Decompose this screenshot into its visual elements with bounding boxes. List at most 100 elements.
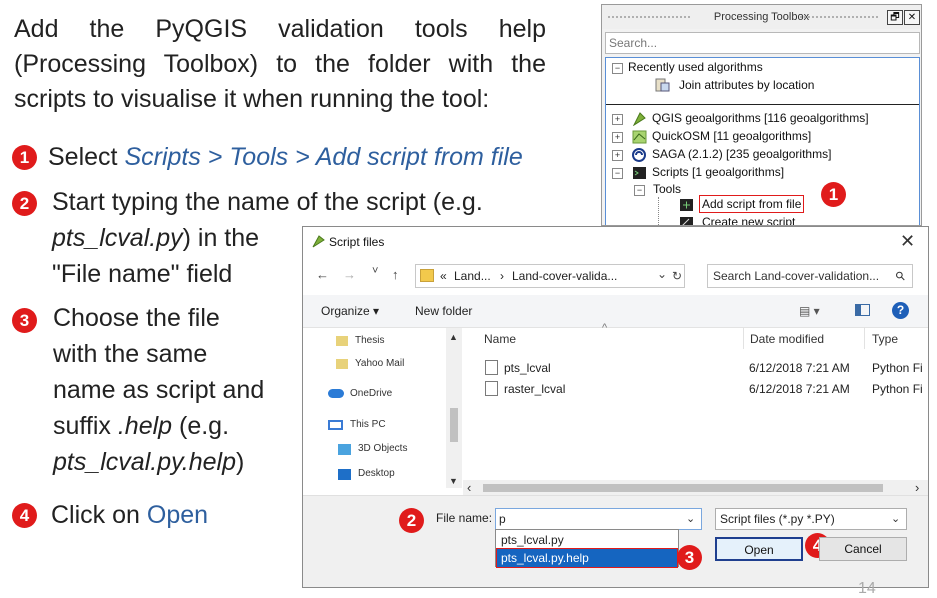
scroll-up-icon[interactable]: ▲ bbox=[449, 332, 458, 342]
tree-item-tools[interactable]: Tools bbox=[653, 180, 681, 198]
tree-item-recent[interactable]: Recently used algorithms bbox=[628, 58, 763, 76]
path-segment-2[interactable]: Land-cover-valida... bbox=[512, 265, 617, 287]
toolbox-search-input[interactable]: Search... bbox=[605, 32, 920, 54]
help-icon[interactable]: ? bbox=[892, 302, 909, 319]
step-2-line-1: Start typing the name of the script (e.g… bbox=[52, 188, 483, 216]
toolbox-float-button[interactable]: 🗗 bbox=[887, 10, 903, 25]
step-1-text: Select Scripts > Tools > Add script from… bbox=[48, 139, 523, 175]
nav-scrollbar[interactable]: ▲ ▼ bbox=[446, 328, 462, 488]
step-3-close-paren: ) bbox=[235, 448, 245, 476]
folder-search-placeholder: Search Land-cover-validation... bbox=[713, 269, 880, 283]
tree-item-create-new-script[interactable]: Create new script bbox=[702, 213, 795, 225]
intro-line-1: Add the PyQGIS validation tools help bbox=[14, 15, 546, 43]
nav-item-this-pc[interactable]: This PC bbox=[350, 419, 386, 430]
new-folder-button[interactable]: New folder bbox=[415, 295, 472, 327]
tree-item-quickosm[interactable]: QuickOSM [11 geoalgorithms] bbox=[652, 127, 811, 145]
path-dropdown-icon[interactable]: ⌄ bbox=[657, 263, 667, 285]
recent-locations-button[interactable]: ˅ bbox=[372, 265, 378, 277]
column-header-type[interactable]: Type bbox=[872, 332, 898, 346]
intro-paragraph: Add the PyQGIS validation tools help (Pr… bbox=[14, 12, 546, 117]
nav-item-onedrive[interactable]: OneDrive bbox=[350, 388, 392, 399]
folder-icon bbox=[420, 269, 434, 282]
step-3-suffix-word: suffix bbox=[53, 412, 118, 440]
toolbox-grip-right bbox=[800, 16, 880, 18]
step-1-badge: 1 bbox=[12, 145, 37, 170]
cancel-button[interactable]: Cancel bbox=[819, 537, 907, 561]
python-file-icon bbox=[485, 360, 498, 375]
intro-line-2: (Processing Toolbox) to the folder with … bbox=[14, 50, 546, 78]
column-header-date[interactable]: Date modified bbox=[750, 332, 824, 346]
tree-item-add-script-from-file[interactable]: Add script from file bbox=[699, 195, 805, 213]
step-3-suffix: .help bbox=[117, 412, 173, 440]
step-2-example: pts_lcval.py bbox=[52, 224, 183, 252]
toolbox-grip-left bbox=[608, 16, 692, 18]
expand-saga-icon[interactable]: + bbox=[612, 150, 623, 161]
step-3-line-4: suffix .help (e.g. bbox=[53, 408, 298, 444]
file-date: 6/12/2018 7:21 AM bbox=[749, 382, 850, 396]
folder-search-input[interactable]: Search Land-cover-validation... ⚲ bbox=[707, 264, 913, 288]
step-2-line-2-rest: ) in the bbox=[182, 224, 260, 252]
file-row[interactable]: pts_lcval 6/12/2018 7:21 AM Python Fi bbox=[485, 359, 925, 377]
nav-item-3d-objects[interactable]: 3D Objects bbox=[358, 443, 407, 454]
step-2-badge: 2 bbox=[12, 191, 37, 216]
expand-quickosm-icon[interactable]: + bbox=[612, 132, 623, 143]
file-name-label: File name: bbox=[436, 511, 493, 525]
autocomplete-item[interactable]: pts_lcval.py bbox=[497, 531, 677, 549]
nav-item-yahoo-mail[interactable]: Yahoo Mail bbox=[355, 358, 404, 369]
tree-item-saga[interactable]: SAGA (2.1.2) [235 geoalgorithms] bbox=[652, 145, 831, 163]
toolbox-close-button[interactable]: ✕ bbox=[904, 10, 920, 25]
step-3-badge: 3 bbox=[12, 308, 37, 333]
dialog-step-2-badge: 2 bbox=[399, 508, 424, 533]
collapse-scripts-icon[interactable]: − bbox=[612, 168, 623, 179]
dialog-close-button[interactable]: ✕ bbox=[900, 231, 915, 252]
forward-button[interactable]: → bbox=[343, 267, 356, 282]
file-name-dropdown-icon[interactable]: ⌄ bbox=[686, 509, 695, 529]
refresh-icon[interactable]: ↻ bbox=[672, 265, 682, 287]
scroll-down-icon[interactable]: ▼ bbox=[449, 476, 458, 486]
file-type-filter-select[interactable]: Script files (*.py *.PY) ⌄ bbox=[715, 508, 907, 530]
saga-provider-icon bbox=[632, 148, 647, 162]
organize-button[interactable]: Organize ▾ bbox=[321, 295, 379, 327]
tree-separator bbox=[606, 104, 919, 105]
tree-item-qgis-geoalgorithms[interactable]: QGIS geoalgorithms [116 geoalgorithms] bbox=[652, 109, 869, 127]
scroll-right-icon[interactable]: › bbox=[915, 480, 919, 495]
up-folder-button[interactable]: ↑ bbox=[392, 267, 399, 282]
toolbox-step-1-badge: 1 bbox=[821, 182, 846, 207]
expand-qgis-icon[interactable]: + bbox=[612, 114, 623, 125]
file-name-input[interactable]: p ⌄ bbox=[495, 508, 702, 530]
cloud-icon bbox=[328, 389, 344, 398]
back-button[interactable]: ← bbox=[316, 267, 329, 282]
tree-item-join-attributes[interactable]: Join attributes by location bbox=[679, 76, 814, 94]
step-3-line-2: with the same bbox=[53, 340, 208, 368]
desktop-icon bbox=[338, 469, 351, 480]
nav-item-thesis[interactable]: Thesis bbox=[355, 335, 384, 346]
collapse-recent-icon[interactable]: − bbox=[612, 63, 623, 74]
step-1-menu-path: Scripts > Tools > Add script from file bbox=[124, 143, 523, 171]
create-script-icon bbox=[679, 216, 694, 225]
file-row[interactable]: raster_lcval 6/12/2018 7:21 AM Python Fi bbox=[485, 380, 925, 398]
nav-scroll-thumb[interactable] bbox=[450, 408, 458, 442]
tree-item-scripts[interactable]: Scripts [1 geoalgorithms] bbox=[652, 163, 784, 181]
change-view-button[interactable]: ▤ ▾ bbox=[799, 295, 820, 327]
column-divider[interactable] bbox=[743, 327, 744, 349]
quickosm-provider-icon bbox=[632, 130, 647, 144]
scroll-left-icon[interactable]: ‹ bbox=[467, 480, 471, 495]
toolbox-title: Processing Toolbox bbox=[713, 11, 810, 23]
file-list-hscrollbar[interactable]: ‹ › bbox=[463, 480, 928, 496]
path-separator: › bbox=[500, 269, 504, 283]
address-bar[interactable]: « Land... › Land-cover-valida... ⌄ ↻ bbox=[415, 264, 685, 288]
open-button[interactable]: Open bbox=[715, 537, 803, 561]
path-segment-1[interactable]: Land... bbox=[454, 265, 491, 287]
autocomplete-item-selected[interactable]: pts_lcval.py.help bbox=[496, 548, 678, 568]
step-3-example: pts_lcval.py.help bbox=[53, 448, 236, 476]
hscroll-thumb[interactable] bbox=[483, 484, 883, 492]
page-number: 14 bbox=[858, 580, 876, 597]
column-divider[interactable] bbox=[864, 327, 865, 349]
step-4-action: Open bbox=[146, 501, 209, 529]
nav-item-desktop[interactable]: Desktop bbox=[358, 468, 395, 479]
filter-dropdown-icon[interactable]: ⌄ bbox=[891, 509, 900, 529]
column-header-name[interactable]: Name bbox=[484, 332, 516, 346]
file-name: pts_lcval bbox=[504, 361, 551, 375]
collapse-tools-icon[interactable]: − bbox=[634, 185, 645, 196]
preview-pane-icon[interactable] bbox=[855, 304, 870, 316]
